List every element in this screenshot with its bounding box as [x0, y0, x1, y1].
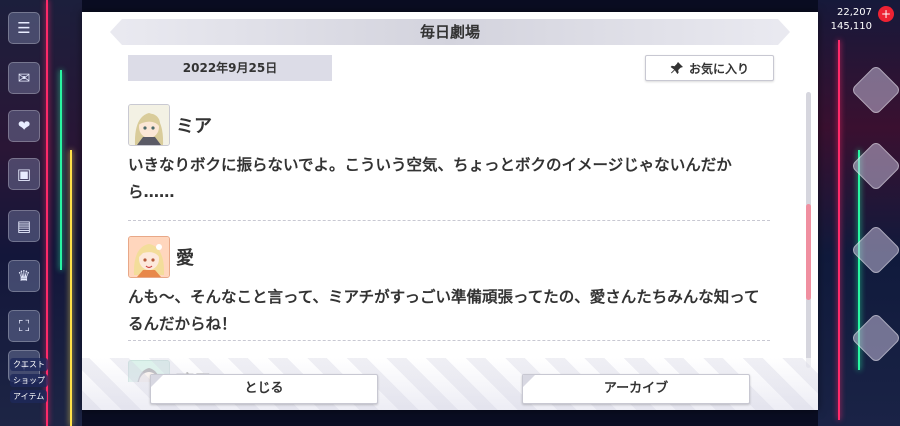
neon-line	[60, 70, 62, 270]
favorite-button[interactable]: お気に入り	[645, 55, 774, 81]
side-label-item: アイテム	[10, 390, 48, 403]
currency-bottom: 145,110	[830, 21, 872, 32]
entry-divider	[128, 340, 770, 341]
dialog-title: 毎日劇場	[419, 23, 480, 41]
event-banner-icon[interactable]	[850, 64, 900, 116]
dialogue-entry: ミア いきなりボクに振らないでよ。こういう空気、ちょっとボクのイメージじゃないん…	[128, 102, 770, 206]
close-button[interactable]: とじる	[150, 374, 378, 404]
neon-line	[70, 150, 72, 426]
background-right-panel: 22,207 145,110 +	[818, 0, 900, 426]
dialogue-scroll-area[interactable]: ミア いきなりボクに振らないでよ。こういう空気、ちょっとボクのイメージじゃないん…	[128, 94, 770, 382]
archive-button[interactable]: アーカイブ	[522, 374, 750, 404]
date-label: 2022年9月25日	[128, 55, 332, 81]
gift-icon[interactable]: ❤	[8, 110, 40, 142]
dialogue-line: んも〜、そんなこと言って、ミアチがすっごい準備頑張ってたの、愛さんたちみんな知っ…	[128, 288, 760, 333]
dialogue-entry: 愛 んも〜、そんなこと言って、ミアチがすっごい準備頑張ってたの、愛さんたちみんな…	[128, 234, 770, 338]
side-label-quest: クエスト	[10, 358, 48, 371]
speaker-name: 愛	[176, 248, 194, 269]
currency-top: 22,207	[837, 7, 872, 18]
avatar-mia	[128, 104, 170, 146]
fullscreen-icon[interactable]: ⛶	[8, 310, 40, 342]
daily-theater-dialog: 毎日劇場 2022年9月25日 お気に入り ミア いきなりボクに振らないでよ。こ…	[82, 12, 818, 410]
pin-icon	[670, 62, 683, 74]
neon-line	[838, 40, 840, 420]
currency-display: 22,207 145,110	[831, 6, 872, 34]
speaker-name: ミア	[176, 116, 212, 137]
favorite-label: お気に入り	[688, 61, 749, 76]
notice-icon[interactable]: ✉	[8, 62, 40, 94]
dialog-title-bar: 毎日劇場	[110, 19, 790, 45]
present-icon[interactable]: ▣	[8, 158, 40, 190]
entry-divider	[128, 220, 770, 221]
scrollbar[interactable]	[806, 92, 811, 368]
scrollbar-thumb[interactable]	[806, 204, 811, 300]
background-left-panel: ☰ ✉ ❤ ▣ ▤ ♛ ⛶ ✦ クエスト ショップ アイテム	[0, 0, 82, 426]
menu-icon[interactable]: ☰	[8, 12, 40, 44]
avatar-ai	[128, 236, 170, 278]
dialogue-line: いきなりボクに振らないでよ。こういう空気、ちょっとボクのイメージじゃないんだから…	[128, 156, 732, 201]
chat-icon[interactable]: ▤	[8, 210, 40, 242]
trophy-icon[interactable]: ♛	[8, 260, 40, 292]
add-currency-button[interactable]: +	[878, 6, 894, 22]
side-label-shop: ショップ	[10, 374, 48, 387]
